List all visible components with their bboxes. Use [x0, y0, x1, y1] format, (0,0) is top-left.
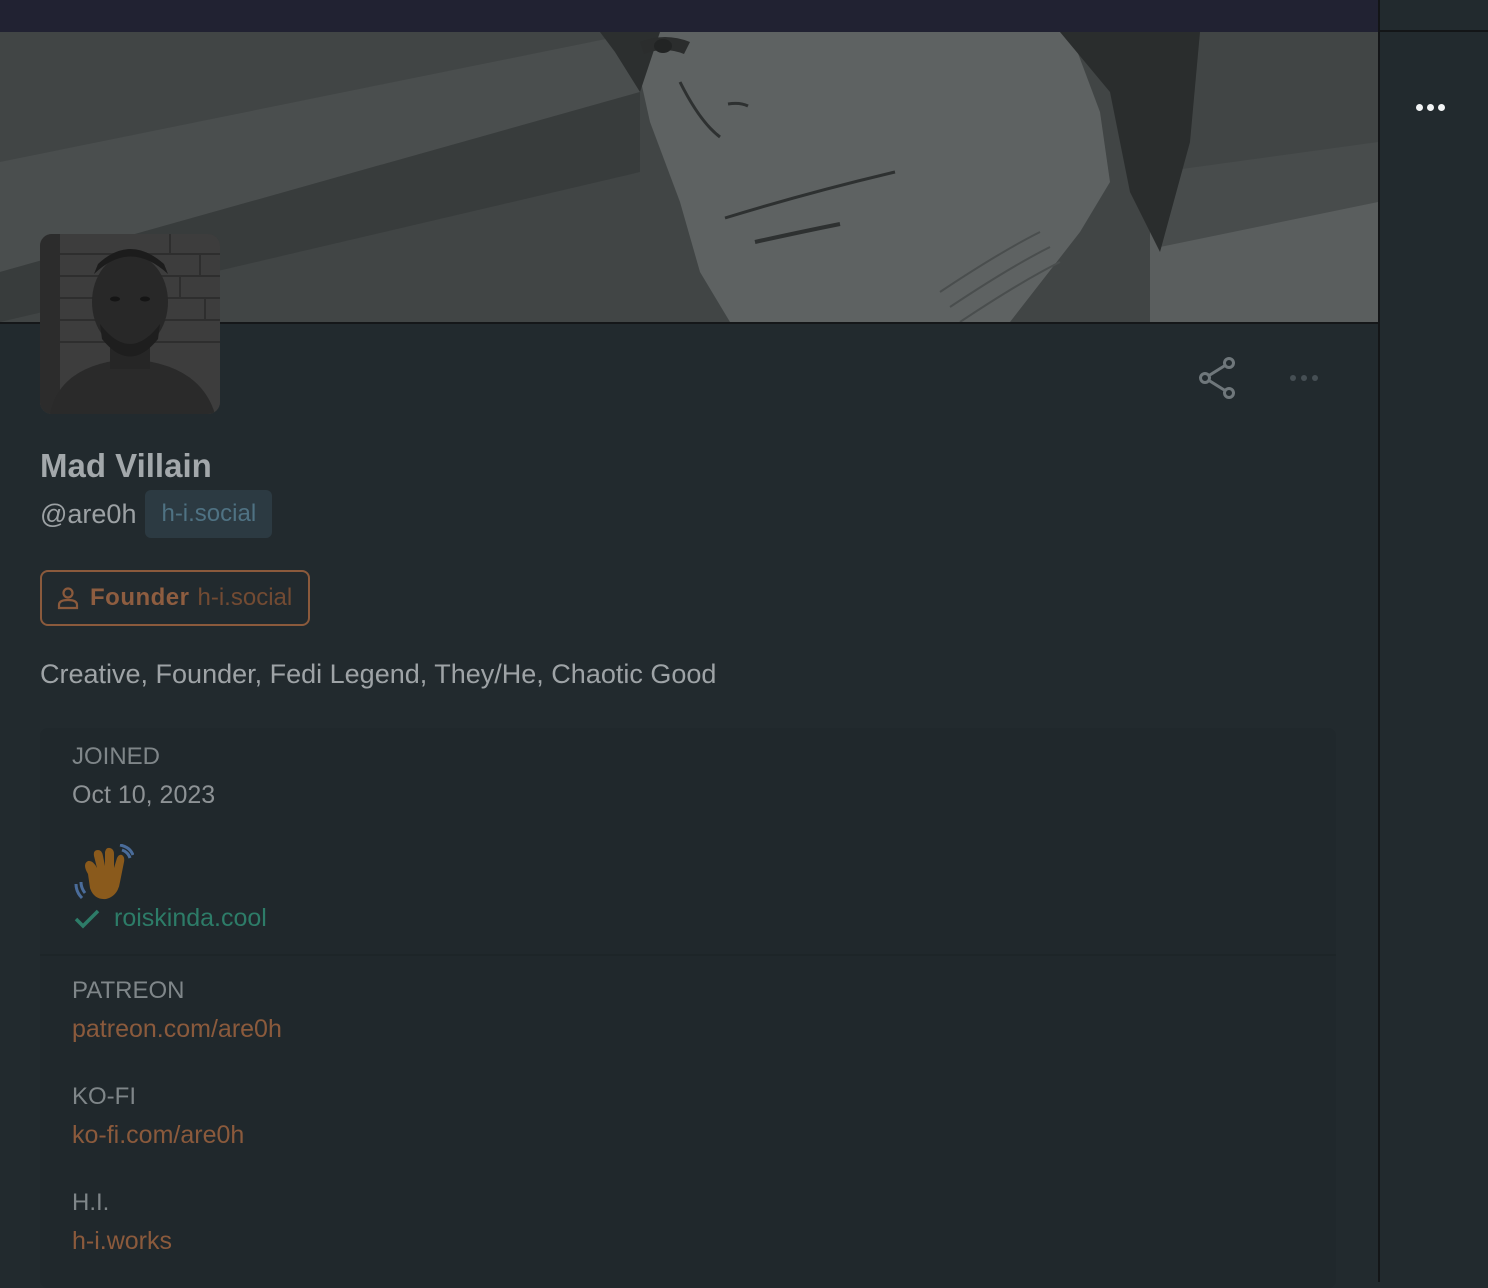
role-domain: h-i.social [197, 584, 293, 611]
patreon-link[interactable]: patreon.com/are0h [72, 1012, 282, 1046]
kofi-field: KO-FI ko-fi.com/are0h [72, 1082, 244, 1152]
field-label: PATREON [72, 977, 185, 1004]
instance-chip[interactable]: h-i.social [145, 490, 273, 538]
divider [40, 954, 1336, 956]
role-badge: Founder h-i.social [40, 570, 311, 626]
share-icon[interactable] [1196, 356, 1240, 400]
joined-field: JOINED Oct 10, 2023 [72, 742, 215, 812]
profile-fields: JOINED Oct 10, 2023 roiskinda.cool PATRE… [40, 728, 1336, 1288]
person-icon [57, 587, 79, 610]
role-name: Founder [90, 584, 190, 611]
verified-link-row: roiskinda.cool [72, 904, 267, 933]
handle-row: @are0h h-i.social [40, 490, 273, 538]
right-column [1378, 0, 1488, 1282]
menu-dots-icon[interactable] [1410, 95, 1450, 119]
profile-bio: Creative, Founder, Fedi Legend, They/He,… [40, 659, 717, 689]
top-bar [0, 0, 1378, 32]
joined-date: Oct 10, 2023 [72, 781, 216, 809]
hi-works-link[interactable]: h-i.works [72, 1224, 172, 1258]
display-name: Mad Villain [40, 447, 212, 484]
field-label: JOINED [72, 743, 161, 770]
field-label: KO-FI [72, 1083, 136, 1110]
hi-field: H.I. h-i.works [72, 1188, 172, 1258]
verified-link[interactable]: roiskinda.cool [114, 904, 267, 933]
avatar[interactable] [40, 234, 220, 414]
waving-hand-icon [72, 843, 135, 904]
right-column-header [1380, 0, 1488, 32]
handle: @are0h [40, 498, 137, 529]
more-dots-icon[interactable] [1284, 366, 1324, 390]
kofi-link[interactable]: ko-fi.com/are0h [72, 1118, 244, 1152]
checkmark-icon [74, 909, 100, 928]
field-label: H.I. [72, 1189, 110, 1216]
patreon-field: PATREON patreon.com/are0h [72, 976, 282, 1046]
